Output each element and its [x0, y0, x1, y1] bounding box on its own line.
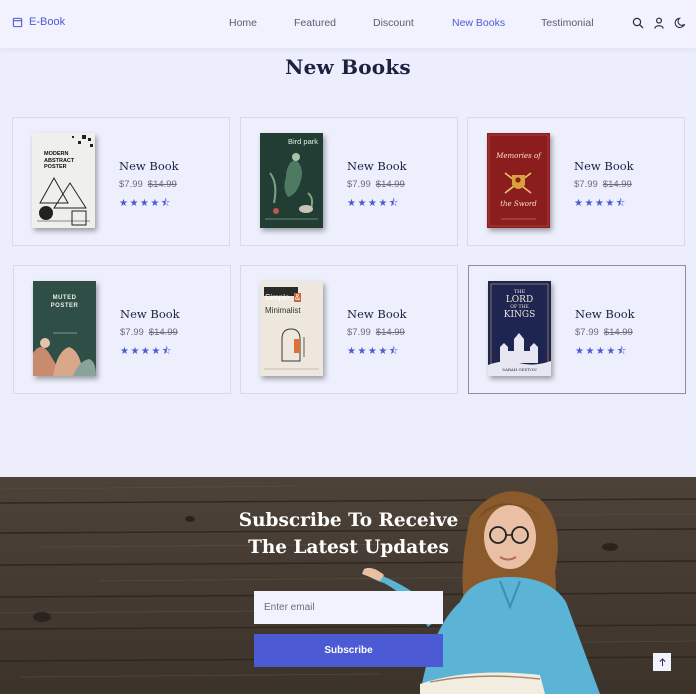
nav-testimonial[interactable]: Testimonial [541, 17, 594, 29]
moon-icon[interactable] [674, 17, 686, 29]
old-price: $14.99 [375, 327, 405, 338]
star-rating: ★★★★⯪ [575, 346, 628, 357]
cover-title: Simple & Minimalist [265, 293, 302, 315]
current-price: $7.99 [119, 179, 143, 190]
subscribe-section: Subscribe To Receive The Latest Updates … [0, 477, 696, 694]
book-card[interactable]: MODERN ABSTRACT POSTER New Book $7.99 $14… [12, 117, 230, 246]
book-title[interactable]: New Book [119, 159, 179, 173]
book-info: New Book $7.99 $14.99 ★★★★⯪ [119, 159, 179, 213]
section-title: New Books [285, 55, 411, 79]
old-price: $14.99 [147, 179, 177, 190]
book-title[interactable]: New Book [347, 307, 407, 321]
subscribe-heading: Subscribe To Receive The Latest Updates [238, 510, 459, 558]
nav-featured[interactable]: Featured [294, 17, 373, 29]
subscribe-button[interactable]: Subscribe [254, 634, 443, 667]
book-price: $7.99 $14.99 [120, 327, 180, 338]
old-price: $14.99 [602, 179, 632, 190]
header-icons [632, 17, 686, 29]
main-nav: Home Featured Discount New Books Testimo… [229, 17, 594, 29]
cover-title: Bird park [288, 137, 319, 146]
book-info: New Book $7.99 $14.99 ★★★★⯪ [347, 307, 407, 361]
bird-park-cover[interactable]: Bird park [260, 133, 323, 228]
book-card[interactable]: Memories of the Sword New Book $7.99 $14.… [467, 117, 685, 246]
book-card[interactable]: MUTED POSTER New Book $7.99 $14.99 ★★★★⯪ [13, 265, 231, 394]
cover-author: SARAH GESTON [502, 367, 537, 372]
book-info: New Book $7.99 $14.99 ★★★★⯪ [574, 159, 634, 213]
email-input[interactable] [254, 591, 443, 624]
book-price: $7.99 $14.99 [119, 179, 179, 190]
book-title[interactable]: New Book [574, 159, 634, 173]
star-rating: ★★★★⯪ [119, 198, 172, 209]
scroll-to-top-button[interactable] [653, 653, 671, 671]
star-rating: ★★★★⯪ [347, 198, 400, 209]
book-info: New Book $7.99 $14.99 ★★★★⯪ [120, 307, 180, 361]
star-rating: ★★★★⯪ [574, 198, 627, 209]
star-rating: ★★★★⯪ [120, 346, 173, 357]
site-logo[interactable]: E-Book [12, 16, 65, 28]
modern-abstract-poster-cover[interactable]: MODERN ABSTRACT POSTER [32, 133, 95, 228]
logo-text: E-Book [29, 16, 66, 28]
old-price: $14.99 [603, 327, 633, 338]
memories-of-the-sword-cover[interactable]: Memories of the Sword [487, 133, 550, 228]
current-price: $7.99 [120, 327, 144, 338]
book-info: New Book $7.99 $14.99 ★★★★⯪ [575, 307, 635, 361]
old-price: $14.99 [148, 327, 178, 338]
simple-minimalist-cover[interactable]: Simple & Minimalist [260, 281, 323, 376]
nav-home[interactable]: Home [229, 17, 294, 29]
book-card[interactable]: Simple & Minimalist New Book $7.99 $14.99… [240, 265, 458, 394]
book-icon [12, 17, 23, 27]
book-price: $7.99 $14.99 [574, 179, 634, 190]
current-price: $7.99 [574, 179, 598, 190]
cover-title: THE LORD OF THE KINGS [503, 289, 536, 320]
nav-discount[interactable]: Discount [373, 17, 452, 29]
book-card[interactable]: Bird park New Book $7.99 $14.99 ★★★★⯪ [240, 117, 458, 246]
search-icon[interactable] [632, 17, 644, 29]
nav-new-books[interactable]: New Books [452, 17, 541, 29]
arrow-up-icon [658, 657, 666, 666]
star-rating: ★★★★⯪ [347, 346, 400, 357]
book-card[interactable]: THE LORD OF THE KINGS SARAH GESTON New B… [468, 265, 686, 394]
lord-of-the-kings-cover[interactable]: THE LORD OF THE KINGS SARAH GESTON [488, 281, 551, 376]
book-price: $7.99 $14.99 [575, 327, 635, 338]
current-price: $7.99 [347, 327, 371, 338]
book-info: New Book $7.99 $14.99 ★★★★⯪ [347, 159, 407, 213]
current-price: $7.99 [575, 327, 599, 338]
top-navbar: E-Book Home Featured Discount New Books … [0, 0, 696, 48]
book-title[interactable]: New Book [120, 307, 180, 321]
book-price: $7.99 $14.99 [347, 327, 407, 338]
user-icon[interactable] [653, 17, 665, 29]
book-title[interactable]: New Book [575, 307, 635, 321]
muted-poster-cover[interactable]: MUTED POSTER [33, 281, 96, 376]
cover-title: MODERN ABSTRACT POSTER [44, 151, 75, 170]
book-title[interactable]: New Book [347, 159, 407, 173]
old-price: $14.99 [375, 179, 405, 190]
cover-title: MUTED POSTER [50, 295, 79, 309]
current-price: $7.99 [347, 179, 371, 190]
book-price: $7.99 $14.99 [347, 179, 407, 190]
